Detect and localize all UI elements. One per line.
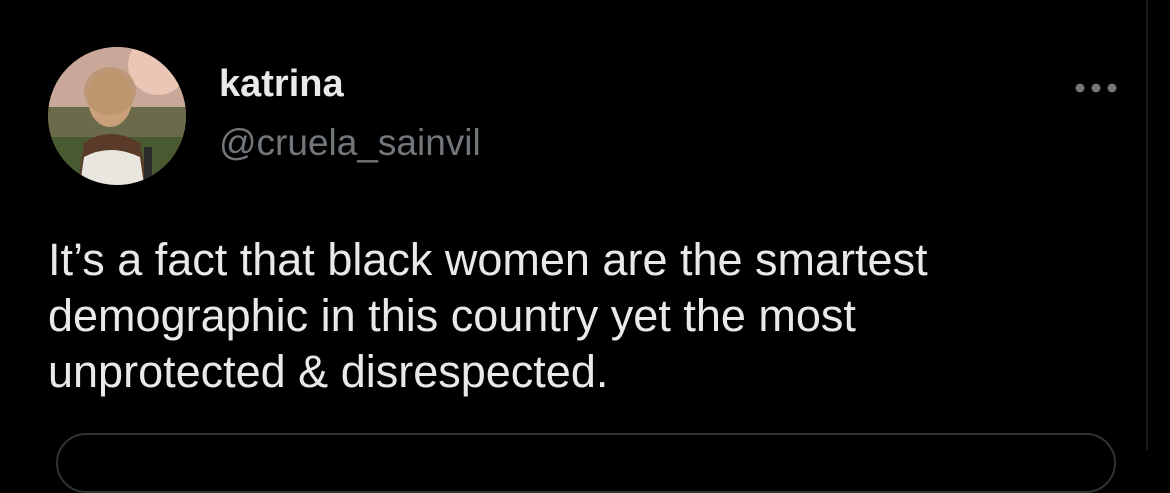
avatar-image [48,47,186,185]
display-name[interactable]: katrina [219,62,344,106]
avatar[interactable] [48,47,186,185]
username-handle[interactable]: @cruela_sainvil [219,121,481,165]
tweet-text: It’s a fact that black women are the sma… [48,234,928,397]
more-options-button[interactable] [1068,70,1124,106]
tweet: katrina @cruela_sainvil It’s a fact that… [0,0,1170,493]
divider [1146,0,1148,450]
more-horizontal-icon [1075,83,1117,93]
quoted-tweet-card[interactable] [56,433,1116,493]
